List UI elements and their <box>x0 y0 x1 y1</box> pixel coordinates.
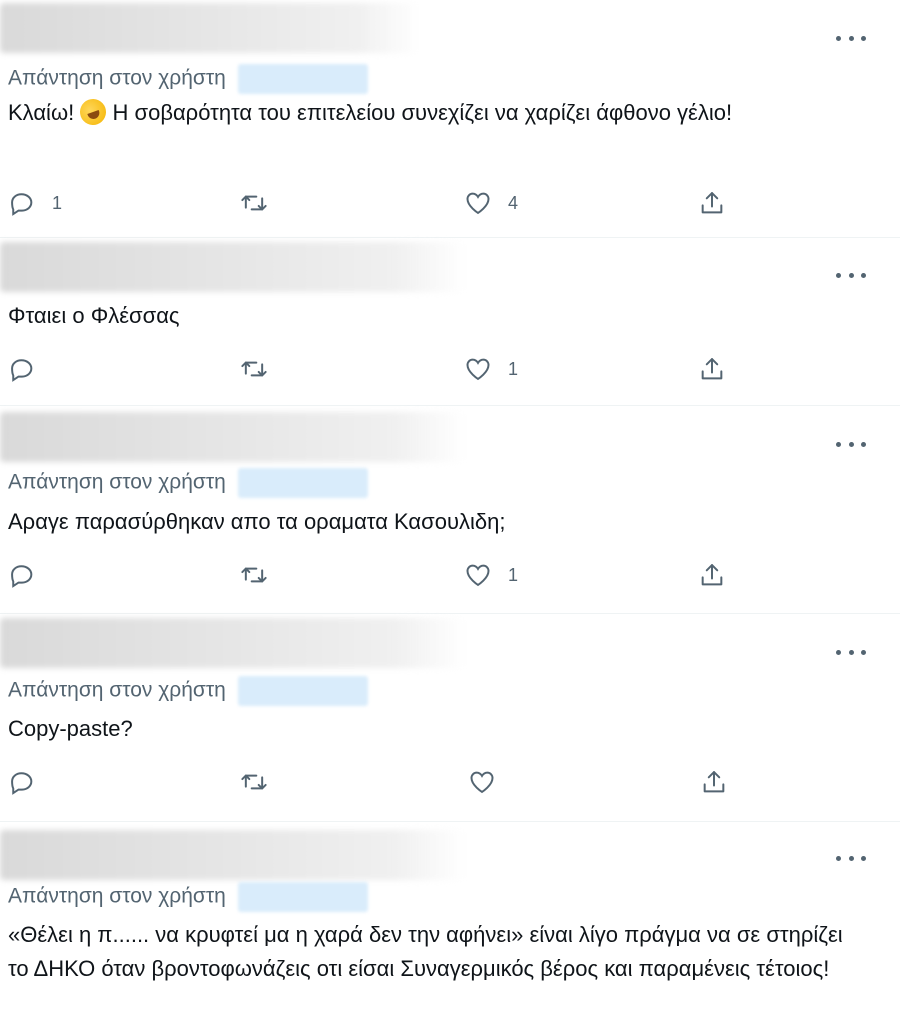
share-button[interactable] <box>698 558 726 592</box>
mention-blurred[interactable] <box>237 468 368 498</box>
reply-to-label: Απάντηση στον χρήστη <box>8 64 368 94</box>
share-icon <box>703 771 725 793</box>
share-icon <box>701 358 723 380</box>
tweet[interactable]: Απάντηση στον χρήστη «Θέλει η π...... να… <box>0 822 900 1035</box>
like-count: 1 <box>508 358 519 379</box>
share-icon <box>701 192 723 214</box>
like-count: 1 <box>508 564 519 585</box>
retweet-icon <box>241 774 267 790</box>
reply-button[interactable] <box>8 558 52 592</box>
tweet-text: Copy-paste? <box>8 716 133 741</box>
heart-icon <box>466 192 490 215</box>
tweet-text: Φταιει ο Φλέσσας <box>8 303 180 328</box>
retweet-button[interactable] <box>240 352 284 386</box>
author-name-blurred <box>0 618 465 668</box>
tweet-actions: 1 4 <box>0 186 900 220</box>
more-options-icon[interactable] <box>836 434 866 454</box>
like-count: 4 <box>508 192 519 213</box>
share-icon <box>701 564 723 586</box>
author-name-blurred <box>0 3 420 53</box>
author-name-blurred <box>0 830 465 880</box>
retweet-icon <box>241 567 267 583</box>
tweet-actions <box>0 765 900 799</box>
like-button[interactable] <box>468 765 512 799</box>
tweet-actions: 1 <box>0 558 900 592</box>
tweet-text: Αραγε παρασύρθηκαν απο τα οραματα Κασουλ… <box>8 509 506 534</box>
share-button[interactable] <box>700 765 728 799</box>
reply-button[interactable] <box>8 765 52 799</box>
rofl-emoji-icon <box>76 95 111 129</box>
retweet-button[interactable] <box>240 186 284 220</box>
reply-to-label: Απάντηση στον χρήστη <box>8 882 368 912</box>
heart-icon <box>466 564 490 587</box>
tweet[interactable]: Απάντηση στον χρήστη Κλαίω! Η σοβαρότητα… <box>0 0 900 238</box>
author-name-blurred <box>0 412 465 462</box>
tweet-text: Κλαίω! Η σοβαρότητα του επιτελείου συνεχ… <box>8 95 860 130</box>
more-options-icon[interactable] <box>836 265 866 285</box>
like-button[interactable]: 1 <box>464 558 518 592</box>
tweet[interactable]: Φταιει ο Φλέσσας 1 <box>0 238 900 406</box>
reply-count: 1 <box>52 192 63 213</box>
reply-icon <box>11 772 33 795</box>
more-options-icon[interactable] <box>836 642 866 662</box>
retweet-icon <box>241 195 267 211</box>
retweet-button[interactable] <box>240 558 284 592</box>
reply-icon <box>11 193 33 216</box>
reply-to-label: Απάντηση στον χρήστη <box>8 468 368 498</box>
more-options-icon[interactable] <box>836 28 866 48</box>
reply-icon <box>11 565 33 588</box>
mention-blurred[interactable] <box>237 882 368 912</box>
share-button[interactable] <box>698 352 726 386</box>
tweet[interactable]: Απάντηση στον χρήστη Αραγε παρασύρθηκαν … <box>0 406 900 614</box>
author-name-blurred <box>0 242 465 292</box>
more-options-icon[interactable] <box>836 848 866 868</box>
share-button[interactable] <box>698 186 726 220</box>
retweet-icon <box>241 361 267 377</box>
tweet-text: «Θέλει η π...... να κρυφτεί μα η χαρά δε… <box>8 922 843 981</box>
mention-blurred[interactable] <box>237 676 368 706</box>
like-button[interactable]: 1 <box>464 352 518 386</box>
reply-to-label: Απάντηση στον χρήστη <box>8 676 368 706</box>
heart-icon <box>466 358 490 381</box>
tweet-actions: 1 <box>0 352 900 386</box>
reply-button[interactable]: 1 <box>8 186 62 220</box>
tweet[interactable]: Απάντηση στον χρήστη Copy-paste? <box>0 614 900 822</box>
retweet-button[interactable] <box>240 765 284 799</box>
like-button[interactable]: 4 <box>464 186 518 220</box>
reply-icon <box>11 359 33 382</box>
mention-blurred[interactable] <box>237 64 368 94</box>
heart-icon <box>470 771 494 794</box>
reply-button[interactable] <box>8 352 52 386</box>
